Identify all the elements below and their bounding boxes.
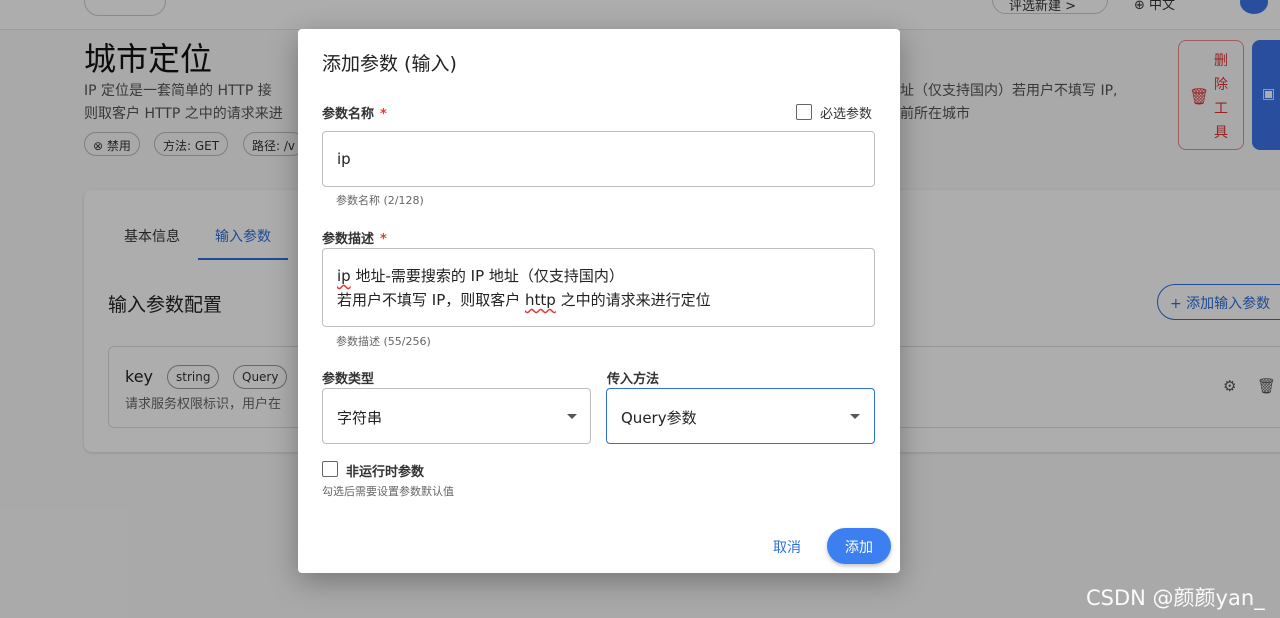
param-name-input[interactable]: ip [322,131,875,187]
param-name-label-text: 参数名称 [322,107,375,122]
param-desc-word-ip: ip [337,267,351,285]
param-method-value: Query参数 [621,409,697,427]
add-button[interactable]: 添加 [827,528,891,564]
param-type-value: 字符串 [337,409,383,427]
dialog-title: 添加参数 (输入) [322,53,457,75]
param-type-select[interactable]: 字符串 [322,388,591,444]
param-name-helper: 参数名称 (2/128) [336,194,424,207]
required-mark: * [380,107,387,122]
param-desc-helper: 参数描述 (55/256) [336,335,431,348]
param-desc-label: 参数描述 * [322,228,387,247]
required-checkbox[interactable] [796,104,812,120]
param-desc-line2-rest: 之中的请求来进行定位 [555,291,711,309]
param-desc-line2-start: 若用户不填写 IP，则取客户 [337,291,526,309]
non-runtime-label: 非运行时参数 [346,465,425,480]
dropdown-arrow-icon [567,414,577,419]
non-runtime-checkbox[interactable] [322,461,338,477]
param-method-label: 传入方法 [607,372,660,387]
param-name-label: 参数名称 * [322,103,387,122]
param-desc-line1: ip 地址-需要搜索的 IP 地址（仅支持国内） [337,265,624,286]
dropdown-arrow-icon [850,414,860,419]
cancel-button[interactable]: 取消 [760,528,814,564]
add-param-dialog: 添加参数 (输入) 参数名称 * 必选参数 ip 参数名称 (2/128) 参数描… [298,29,900,573]
non-runtime-helper: 勾选后需要设置参数默认值 [322,485,454,498]
required-mark: * [380,232,387,247]
param-desc-word-http: http [525,291,556,309]
param-name-value: ip [337,150,351,168]
watermark: CSDN @颜颜yan_ [1086,586,1265,610]
param-method-select[interactable]: Query参数 [606,388,875,444]
param-desc-textarea[interactable]: ip 地址-需要搜索的 IP 地址（仅支持国内） 若用户不填写 IP，则取客户 … [322,248,875,327]
param-desc-label-text: 参数描述 [322,232,375,247]
param-desc-line2: 若用户不填写 IP，则取客户 http 之中的请求来进行定位 [337,289,711,310]
param-type-label: 参数类型 [322,372,375,387]
required-checkbox-label: 必选参数 [820,107,873,122]
param-desc-line1-rest: 地址-需要搜索的 IP 地址（仅支持国内） [350,267,624,285]
